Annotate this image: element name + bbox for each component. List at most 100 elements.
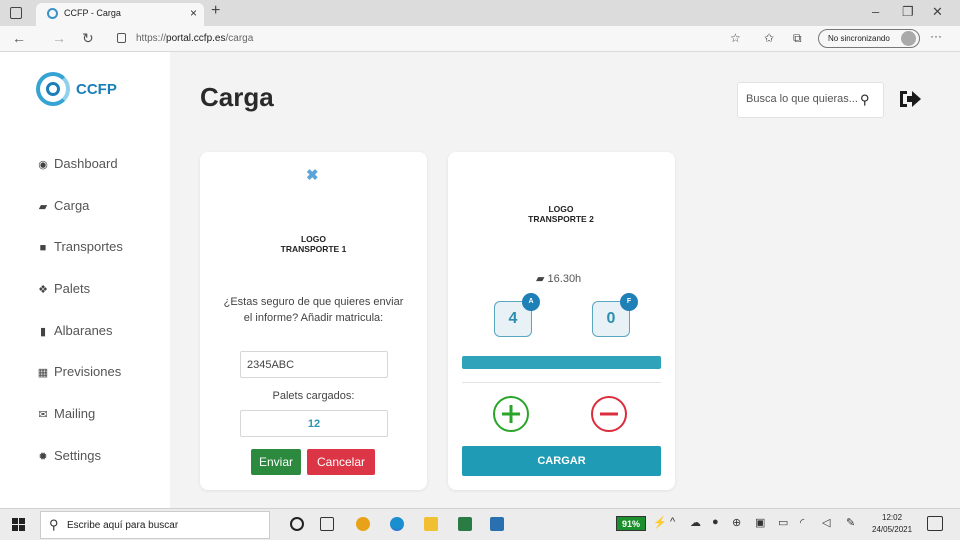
notifications-icon[interactable] <box>927 516 943 531</box>
url-path: /carga <box>225 33 254 44</box>
confirm-send-card: ✖ LOGO TRANSPORTE 1 ¿Estas seguro de que… <box>200 152 427 490</box>
more-icon[interactable]: ··· <box>930 29 942 43</box>
tab-close-icon[interactable]: × <box>190 6 197 20</box>
wifi-icon[interactable]: ◜ <box>800 516 804 529</box>
url-field[interactable]: https://portal.ccfp.es/carga <box>136 33 253 44</box>
browser-tab-bar: CCFP - Carga × + – ❐ ✕ <box>0 0 960 26</box>
calculator-app-icon[interactable] <box>458 517 472 531</box>
sidebar-item-mailing[interactable]: ✉ Mailing <box>36 406 95 426</box>
sidebar-item-label: Previsiones <box>54 364 122 379</box>
minimize-icon[interactable]: – <box>872 4 879 19</box>
forward-icon[interactable]: → <box>52 30 66 46</box>
load-progress-bar <box>462 356 661 369</box>
close-icon[interactable]: ✖ <box>306 166 319 184</box>
divider <box>462 382 661 383</box>
sidebar-item-carga[interactable]: ▰ Carga <box>36 198 90 218</box>
sidebar-item-albaranes[interactable]: ▮ Albaranes <box>36 323 113 343</box>
clock-time: 12:02 <box>882 513 903 522</box>
usb-icon[interactable]: ⊕ <box>732 516 741 529</box>
cortana-icon[interactable] <box>290 517 304 531</box>
plate-field[interactable] <box>240 351 388 378</box>
search-input[interactable] <box>746 93 862 105</box>
truck-icon: ▰ <box>38 201 48 213</box>
send-button[interactable]: Enviar <box>251 449 301 475</box>
logo-line-2: TRANSPORTE 1 <box>280 244 347 254</box>
sidebar-item-label: Albaranes <box>54 323 113 338</box>
task-view-icon[interactable] <box>320 517 334 531</box>
refresh-icon[interactable]: ↻ <box>82 30 94 47</box>
app-icon[interactable] <box>490 517 504 531</box>
logo-line-2: TRANSPORTE 2 <box>528 214 594 224</box>
search-icon: ⚲ <box>49 517 59 532</box>
lock-icon[interactable] <box>117 33 126 43</box>
volume-icon[interactable]: ◁ <box>822 516 830 529</box>
search-icon[interactable]: ⚲ <box>860 92 870 108</box>
app-tray-icon[interactable]: ▣ <box>755 516 765 529</box>
favicon-icon <box>47 8 58 19</box>
edge-icon[interactable] <box>390 517 404 531</box>
sidebar-item-settings[interactable]: ✹ Settings <box>36 448 101 468</box>
power-icon[interactable]: ⚡ <box>653 516 667 529</box>
battery-indicator[interactable]: 91% <box>616 516 646 531</box>
close-window-icon[interactable]: ✕ <box>932 4 943 20</box>
tab-actions-icon[interactable] <box>10 7 22 19</box>
sidebar: CCFP ◉ Dashboard ▰ Carga ■ Transportes ❖ Pal… <box>0 52 170 508</box>
display-icon[interactable]: ▭ <box>778 516 788 529</box>
tab-title: CCFP - Carga <box>64 8 121 18</box>
pallets-field[interactable] <box>240 410 388 437</box>
sync-button[interactable]: No sincronizando <box>818 29 920 48</box>
logo-text: CCFP <box>76 81 117 98</box>
favorites-icon[interactable]: ✩ <box>764 31 774 45</box>
box-icon: ■ <box>39 242 47 254</box>
transport-card: LOGO TRANSPORTE 2 ▰ 16.30h 4 A 0 F CARGA… <box>448 152 675 490</box>
dashboard-icon: ◉ <box>38 159 48 171</box>
page-title: Carga <box>200 82 274 112</box>
collections-icon[interactable]: ⧉ <box>793 31 802 46</box>
browser-tab[interactable]: CCFP - Carga × <box>36 3 204 26</box>
chevron-up-icon[interactable]: ^ <box>670 516 675 528</box>
taskbar: ⚲ Escribe aquí para buscar 91% ⚡ ^ ☁ ● ⊕… <box>0 508 960 540</box>
sidebar-item-label: Palets <box>54 281 91 296</box>
sidebar-item-dashboard[interactable]: ◉ Dashboard <box>36 156 117 176</box>
counter-a[interactable]: 4 A <box>494 293 540 337</box>
favorite-add-icon[interactable]: ☆ <box>730 31 741 45</box>
taskbar-search[interactable]: ⚲ Escribe aquí para buscar <box>40 511 270 539</box>
logo-line-1: LOGO <box>300 234 327 244</box>
new-tab-icon[interactable]: + <box>211 2 220 20</box>
time-value: 16.30h <box>547 273 582 285</box>
back-icon[interactable]: ← <box>12 30 26 46</box>
system-clock[interactable]: 12:02 24/05/2021 <box>872 512 912 536</box>
sidebar-item-palets[interactable]: ❖ Palets <box>36 281 90 301</box>
transport-logo: LOGO TRANSPORTE 2 <box>516 190 606 238</box>
confirm-prompt: ¿Estas seguro de que quieres enviar el i… <box>223 296 404 324</box>
file-explorer-icon[interactable] <box>424 517 438 531</box>
envelope-icon: ✉ <box>38 409 48 421</box>
mic-icon[interactable]: ● <box>712 516 719 528</box>
cubes-icon: ❖ <box>38 284 48 296</box>
pen-icon[interactable]: ✎ <box>846 516 855 529</box>
departure-time: ▰ 16.30h <box>536 272 581 285</box>
sidebar-item-transportes[interactable]: ■ Transportes <box>36 239 123 259</box>
progress-fill <box>462 356 661 369</box>
load-button[interactable]: CARGAR <box>462 446 661 476</box>
counter-badge: F <box>620 293 638 311</box>
truck-icon: ▰ <box>536 273 545 285</box>
logo-line-1: LOGO <box>548 204 574 214</box>
remove-pallet-button[interactable] <box>591 396 627 432</box>
url-scheme: https:// <box>136 33 167 44</box>
cancel-button[interactable]: Cancelar <box>307 449 375 475</box>
windows-start-icon[interactable] <box>12 518 26 532</box>
counter-value: 0 <box>606 310 616 327</box>
logout-icon[interactable] <box>898 88 922 110</box>
search-box[interactable]: ⚲ <box>737 82 884 118</box>
chrome-icon[interactable] <box>356 517 370 531</box>
ccfp-logo[interactable]: CCFP <box>36 72 146 112</box>
restore-icon[interactable]: ❐ <box>902 4 914 20</box>
sidebar-item-previsiones[interactable]: ▦ Previsiones <box>36 364 121 384</box>
pallets-label: Palets cargados: <box>272 390 355 402</box>
logo-dot-icon <box>46 82 60 96</box>
add-pallet-button[interactable] <box>493 396 529 432</box>
onedrive-icon[interactable]: ☁ <box>690 516 701 529</box>
file-icon: ▮ <box>39 326 47 338</box>
counter-f[interactable]: 0 F <box>592 293 638 337</box>
